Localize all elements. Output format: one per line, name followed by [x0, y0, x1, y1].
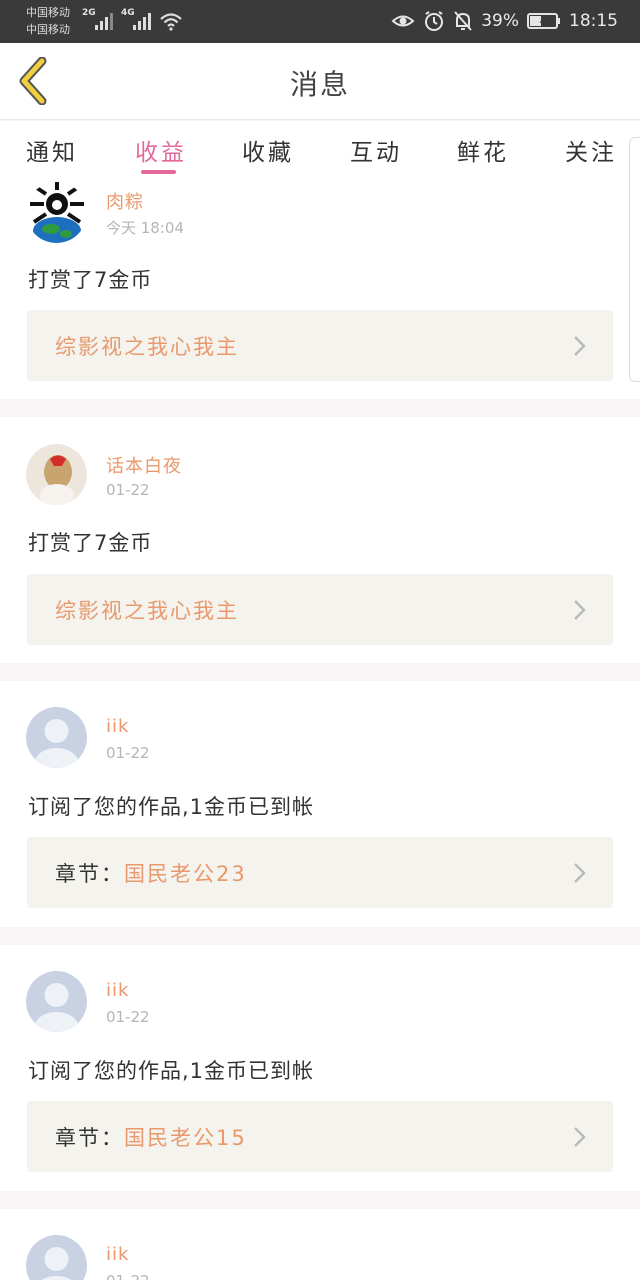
default-avatar-icon: [26, 707, 87, 768]
message-date: 01-22: [106, 744, 150, 762]
message-date: 01-22: [106, 1272, 150, 1280]
message-card: 肉粽 今天 18:04 打赏了7金币 综影视之我心我主: [0, 177, 640, 399]
app-header: 消息: [0, 43, 640, 120]
signal-icon: [95, 13, 113, 30]
user-name[interactable]: 肉粽: [106, 188, 144, 214]
tab-bar: 通知 收益 收藏 互动 鲜花 关注: [0, 121, 640, 177]
default-avatar-icon: [26, 1235, 87, 1280]
user-name[interactable]: 话本白夜: [106, 452, 182, 478]
wifi-icon: [160, 13, 182, 31]
message-card: 话本白夜 01-22 打赏了7金币 综影视之我心我主: [0, 417, 640, 663]
battery-percent: 39%: [481, 11, 519, 31]
user-name[interactable]: iik: [106, 1244, 129, 1265]
signal-icon: [133, 13, 151, 30]
work-link[interactable]: 综影视之我心我主: [27, 574, 613, 645]
message-action: 打赏了7金币: [28, 268, 153, 292]
clock-time: 18:15: [569, 11, 618, 31]
link-prefix: 章节：: [55, 1126, 124, 1150]
chevron-right-icon: [574, 1127, 586, 1147]
chapter-title: 章节：国民老公23: [55, 858, 247, 888]
chevron-right-icon: [574, 600, 586, 620]
user-name[interactable]: iik: [106, 980, 129, 1001]
work-link[interactable]: 综影视之我心我主: [27, 310, 613, 381]
tab-favorites[interactable]: 收藏: [242, 133, 294, 167]
globe-avatar-icon: [26, 182, 87, 243]
link-name: 国民老公15: [124, 1126, 247, 1150]
carrier-labels: 中国移动 中国移动: [26, 4, 70, 38]
user-avatar[interactable]: [26, 444, 87, 505]
tab-earnings[interactable]: 收益: [135, 133, 187, 167]
chapter-link[interactable]: 章节：国民老公23: [27, 837, 613, 908]
default-avatar-icon: [26, 971, 87, 1032]
link-name: 综影视之我心我主: [55, 335, 239, 359]
link-prefix: 章节：: [55, 862, 124, 886]
eye-icon: [391, 15, 415, 27]
message-date: 今天 18:04: [106, 219, 184, 237]
message-card: iik 01-22: [0, 1209, 640, 1280]
message-action: 订阅了您的作品,1金币已到帐: [28, 795, 315, 819]
carrier-2: 中国移动: [26, 23, 70, 36]
chevron-right-icon: [574, 336, 586, 356]
user-avatar[interactable]: [26, 1235, 87, 1280]
message-card: iik 01-22 订阅了您的作品,1金币已到帐 章节：国民老公15: [0, 945, 640, 1191]
carrier-1: 中国移动: [26, 6, 70, 19]
user-avatar[interactable]: [26, 707, 87, 768]
tab-follows[interactable]: 关注: [565, 133, 617, 167]
tab-flowers[interactable]: 鲜花: [457, 133, 509, 167]
active-tab-indicator: [141, 170, 176, 174]
page-title: 消息: [289, 68, 350, 101]
tab-interactions[interactable]: 互动: [350, 133, 402, 167]
message-action: 打赏了7金币: [28, 531, 153, 555]
user-name[interactable]: iik: [106, 716, 129, 737]
message-date: 01-22: [106, 1008, 150, 1026]
link-name: 综影视之我心我主: [55, 599, 239, 623]
tab-notifications[interactable]: 通知: [26, 133, 78, 167]
work-title: 综影视之我心我主: [55, 331, 239, 361]
user-avatar[interactable]: [26, 971, 87, 1032]
user-avatar[interactable]: [26, 182, 87, 243]
message-date: 01-22: [106, 481, 150, 499]
work-title: 综影视之我心我主: [55, 595, 239, 625]
battery-icon: [527, 13, 560, 29]
bell-off-icon: [454, 11, 472, 31]
photo-avatar-icon: [26, 444, 87, 505]
message-action: 订阅了您的作品,1金币已到帐: [28, 1059, 315, 1083]
message-card: iik 01-22 订阅了您的作品,1金币已到帐 章节：国民老公23: [0, 681, 640, 927]
chevron-right-icon: [574, 863, 586, 883]
link-name: 国民老公23: [124, 862, 247, 886]
chapter-link[interactable]: 章节：国民老公15: [27, 1101, 613, 1172]
status-bar: 中国移动 中国移动 2G 4G 39% 18:15: [0, 0, 640, 43]
alarm-icon: [425, 11, 444, 31]
side-drawer-handle[interactable]: [629, 137, 640, 382]
chapter-title: 章节：国民老公15: [55, 1122, 247, 1152]
